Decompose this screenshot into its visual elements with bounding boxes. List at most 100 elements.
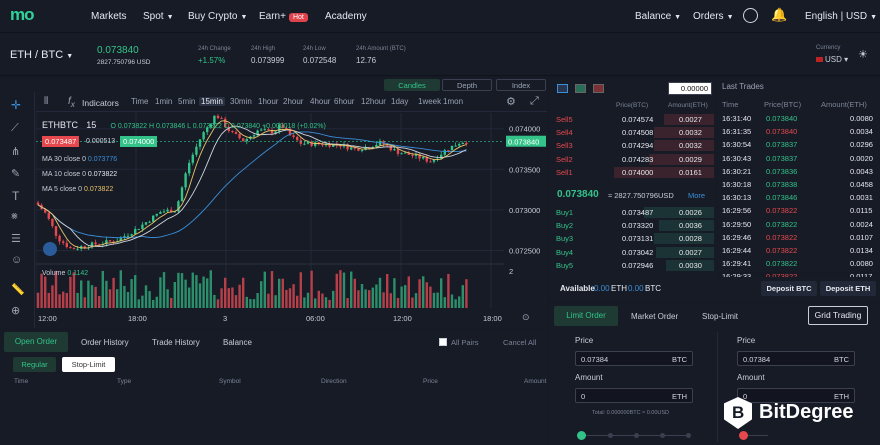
order-label: Buy5 bbox=[556, 260, 574, 270]
interval-1min[interactable]: 1min bbox=[153, 97, 174, 106]
buy-amount-input[interactable]: 0 ETH bbox=[575, 388, 693, 403]
slider-step-100[interactable] bbox=[686, 433, 691, 438]
stop-limit-button[interactable]: Stop-Limit bbox=[62, 357, 115, 372]
tab-stop-limit[interactable]: Stop-Limit bbox=[702, 312, 738, 321]
tab-open-order[interactable]: Open Order bbox=[4, 332, 68, 352]
interval-4hour[interactable]: 4hour bbox=[308, 97, 332, 106]
logo[interactable]: mo bbox=[10, 5, 34, 25]
more-link[interactable]: More bbox=[688, 191, 705, 200]
buy-row[interactable]: Buy1 0.073487 0.0026 bbox=[554, 206, 714, 219]
crosshair-icon[interactable]: ✛ bbox=[11, 98, 21, 112]
tab-depth[interactable]: Depth bbox=[442, 79, 492, 91]
interval-5min[interactable]: 5min bbox=[176, 97, 197, 106]
nav-academy[interactable]: Academy bbox=[325, 11, 367, 22]
volume-bar bbox=[44, 276, 47, 308]
tab-candles[interactable]: Candles bbox=[384, 79, 440, 91]
interval-1week[interactable]: 1week bbox=[416, 97, 443, 106]
cancel-all-button[interactable]: Cancel All bbox=[503, 338, 536, 347]
sell-row[interactable]: Sell4 0.074508 0.0032 bbox=[554, 126, 714, 139]
sell-price-input[interactable]: 0.07384 BTC bbox=[737, 351, 855, 366]
chevron-down-icon: ▼ bbox=[870, 14, 878, 21]
interval-2hour[interactable]: 2hour bbox=[281, 97, 305, 106]
nav-earn[interactable]: Earn+ Hot bbox=[259, 11, 308, 22]
amount-label: 24h Amount (BTC) bbox=[356, 46, 406, 52]
volume-bar bbox=[191, 272, 194, 308]
buy-price-input[interactable]: 0.07384 BTC bbox=[575, 351, 693, 366]
price-precision-input[interactable]: 0.00000 bbox=[668, 82, 712, 95]
interval-Time[interactable]: Time bbox=[129, 97, 150, 106]
volume-bar bbox=[450, 294, 454, 308]
interval-30min[interactable]: 30min bbox=[228, 97, 254, 106]
sell-row[interactable]: Sell5 0.074574 0.0027 bbox=[554, 113, 714, 126]
theme-toggle-icon[interactable]: ☀ bbox=[858, 48, 868, 61]
ruler-lines-icon[interactable]: ☰ bbox=[11, 232, 21, 245]
nav-spot[interactable]: Spot ▼ bbox=[143, 11, 174, 22]
tab-trade-history[interactable]: Trade History bbox=[152, 338, 200, 347]
watermark-text: BitDegree bbox=[759, 401, 854, 423]
book-view-buy-icon[interactable] bbox=[575, 84, 586, 93]
tab-limit-order[interactable]: Limit Order bbox=[554, 306, 618, 326]
interval-1day[interactable]: 1day bbox=[389, 97, 410, 106]
volume-bar bbox=[155, 296, 158, 308]
x-tick-label: 3 bbox=[223, 314, 227, 323]
deposit-btc-button[interactable]: Deposit BTC bbox=[761, 281, 817, 296]
order-price: 0.074294 bbox=[622, 141, 654, 151]
user-icon[interactable] bbox=[743, 8, 758, 23]
tab-order-history[interactable]: Order History bbox=[81, 338, 129, 347]
text-tool-icon[interactable]: T bbox=[12, 189, 19, 203]
indicators-button[interactable]: Indicators bbox=[82, 98, 119, 108]
slider-step-50[interactable] bbox=[634, 433, 639, 438]
slider-handle[interactable] bbox=[577, 431, 586, 440]
brush-icon[interactable]: ✎ bbox=[11, 167, 20, 180]
fullscreen-icon[interactable]: ⤢ bbox=[530, 95, 539, 108]
slider-step-25[interactable] bbox=[608, 433, 613, 438]
language-currency-select[interactable]: English | USD ▼ bbox=[805, 11, 877, 22]
candle-type-icon[interactable]: ⫴ bbox=[44, 96, 48, 107]
candle-body bbox=[314, 142, 317, 146]
buy-row[interactable]: Buy2 0.073320 0.0036 bbox=[554, 219, 714, 232]
deposit-eth-button[interactable]: Deposit ETH bbox=[820, 281, 876, 296]
sell-row[interactable]: Sell2 0.074283 0.0029 bbox=[554, 153, 714, 166]
nav-markets[interactable]: Markets bbox=[91, 11, 127, 22]
volume-bar bbox=[130, 279, 133, 308]
zoom-in-icon[interactable]: ⊕ bbox=[11, 304, 20, 317]
change-value: +1.57% bbox=[198, 56, 226, 65]
interval-12hour[interactable]: 12hour bbox=[359, 97, 388, 106]
currency-select[interactable]: USD ▾ bbox=[816, 55, 848, 64]
volume-bar bbox=[134, 275, 137, 308]
nav-buy-crypto[interactable]: Buy Crypto ▼ bbox=[188, 11, 247, 22]
indicators-icon[interactable]: fx bbox=[68, 96, 75, 109]
trend-line-icon[interactable]: ⟋ bbox=[11, 122, 19, 135]
trade-time: 16:30:18 bbox=[722, 180, 752, 189]
book-view-sell-icon[interactable] bbox=[593, 84, 604, 93]
sell-amount-slider[interactable] bbox=[748, 435, 768, 436]
buy-row[interactable]: Buy4 0.073042 0.0027 bbox=[554, 246, 714, 259]
tab-index[interactable]: Index bbox=[496, 79, 546, 91]
nav-orders[interactable]: Orders ▼ bbox=[693, 11, 734, 22]
buy-row[interactable]: Buy5 0.072946 0.0030 bbox=[554, 259, 714, 272]
interval-1mon[interactable]: 1mon bbox=[441, 97, 465, 106]
buy-row[interactable]: Buy3 0.073131 0.0028 bbox=[554, 232, 714, 245]
bell-icon[interactable]: 🔔 bbox=[771, 7, 787, 23]
emoji-icon[interactable]: ☺ bbox=[11, 254, 22, 266]
all-pairs-checkbox[interactable] bbox=[439, 338, 447, 346]
slider-step-75[interactable] bbox=[660, 433, 665, 438]
pattern-icon[interactable]: ⨳ bbox=[11, 210, 18, 223]
grid-trading-button[interactable]: Grid Trading bbox=[808, 306, 868, 325]
sell-row[interactable]: Sell3 0.074294 0.0032 bbox=[554, 139, 714, 152]
tab-market-order[interactable]: Market Order bbox=[631, 312, 678, 321]
chart-reset-icon[interactable]: ⊙ bbox=[522, 312, 530, 323]
fork-icon[interactable]: ⋔ bbox=[11, 145, 20, 158]
interval-1hour[interactable]: 1hour bbox=[256, 97, 280, 106]
tab-balance[interactable]: Balance bbox=[223, 338, 252, 347]
book-view-both-icon[interactable] bbox=[557, 84, 568, 93]
price-chart[interactable]: 0.074000 0.073840 0.073500 0.073000 0.072500… bbox=[36, 113, 547, 328]
measure-icon[interactable]: 📏 bbox=[11, 283, 25, 296]
sell-row[interactable]: Sell1 0.074000 0.0161 bbox=[554, 166, 714, 179]
interval-6hour[interactable]: 6hour bbox=[332, 97, 356, 106]
nav-balance[interactable]: Balance ▼ bbox=[635, 11, 681, 22]
settings-icon[interactable]: ⚙ bbox=[506, 95, 516, 108]
regular-button[interactable]: Regular bbox=[13, 357, 56, 372]
pair-selector[interactable]: ETH / BTC ▼ bbox=[10, 49, 73, 61]
interval-15min[interactable]: 15min bbox=[199, 97, 225, 106]
